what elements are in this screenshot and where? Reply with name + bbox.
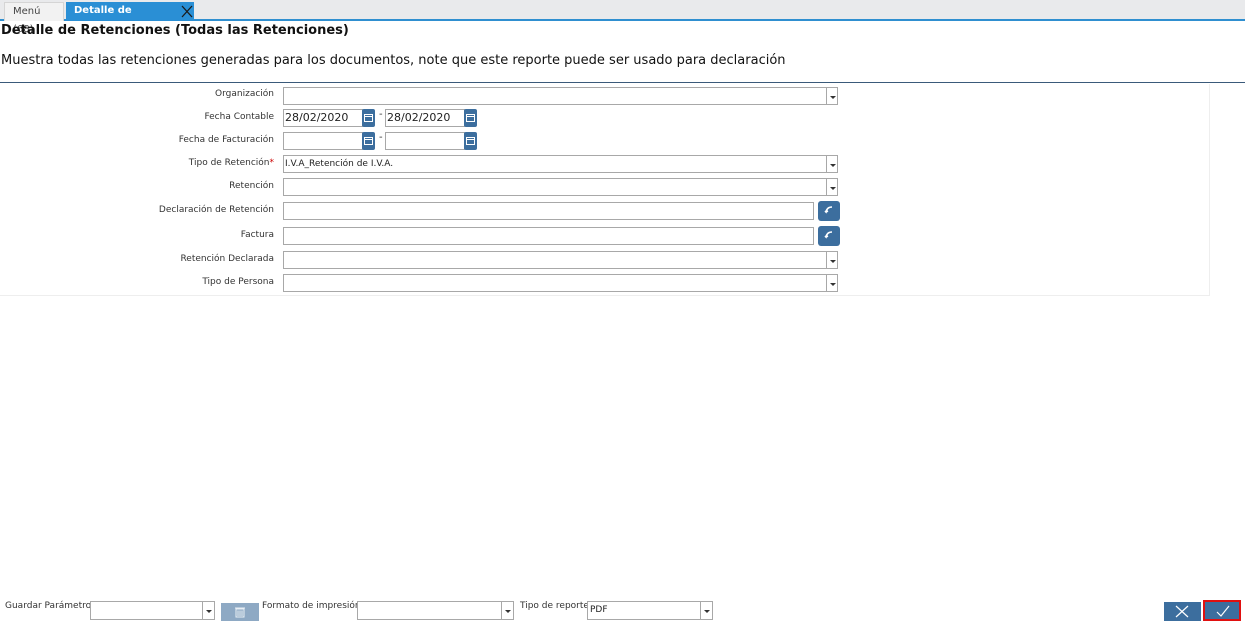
- delete-button[interactable]: [221, 603, 259, 621]
- range-separator: -: [379, 109, 383, 120]
- search-lookup-icon[interactable]: [818, 201, 840, 221]
- required-mark: *: [269, 158, 275, 168]
- tipo-reporte-label: Tipo de reporte: [520, 601, 589, 611]
- formato-impresion-select[interactable]: [357, 601, 502, 620]
- organizacion-label: Organización: [215, 89, 274, 99]
- range-separator: -: [379, 132, 383, 143]
- tab-detalle-retenciones[interactable]: Detalle de Retenciones: [66, 2, 194, 34]
- tipo-reporte-select[interactable]: PDF: [587, 601, 701, 620]
- tipo-reporte-dropdown-button[interactable]: [700, 601, 713, 620]
- tab-menu[interactable]: Menú (68): [4, 2, 64, 35]
- retencion-declarada-dropdown-button[interactable]: [826, 251, 838, 269]
- close-icon[interactable]: [180, 2, 194, 21]
- page-description: Muestra todas las retenciones generadas …: [1, 53, 786, 68]
- calendar-icon[interactable]: [464, 132, 477, 150]
- formato-impresion-label: Formato de impresión: [262, 601, 361, 611]
- tipo-retencion-select[interactable]: I.V.A_Retención de I.V.A.: [283, 155, 827, 173]
- guardar-parametro-dropdown-button[interactable]: [202, 601, 215, 620]
- fecha-facturacion-to-input[interactable]: [385, 132, 465, 150]
- factura-input[interactable]: [283, 227, 814, 245]
- formato-impresion-dropdown-button[interactable]: [501, 601, 514, 620]
- organizacion-dropdown-button[interactable]: [826, 87, 838, 105]
- page-title: Detalle de Retenciones (Todas las Retenc…: [1, 23, 349, 38]
- tipo-retencion-label-text: Tipo de Retención: [188, 158, 270, 168]
- retencion-declarada-select[interactable]: [283, 251, 827, 269]
- declaracion-label: Declaración de Retención: [158, 205, 274, 215]
- tipo-persona-dropdown-button[interactable]: [826, 274, 838, 292]
- tipo-persona-select[interactable]: [283, 274, 827, 292]
- factura-label: Factura: [240, 230, 274, 240]
- fecha-contable-to-input[interactable]: 28/02/2020: [385, 109, 465, 127]
- calendar-icon[interactable]: [362, 109, 375, 127]
- divider: [0, 82, 1245, 83]
- retencion-label: Retención: [229, 181, 274, 191]
- retencion-select[interactable]: [283, 178, 827, 196]
- cancel-button[interactable]: [1164, 602, 1201, 621]
- declaracion-input[interactable]: [283, 202, 814, 220]
- check-icon: [1216, 605, 1230, 617]
- calendar-icon[interactable]: [464, 109, 477, 127]
- retencion-dropdown-button[interactable]: [826, 178, 838, 196]
- guardar-parametro-label: Guardar Parámetro: [5, 601, 92, 611]
- organizacion-select[interactable]: [283, 87, 827, 105]
- fecha-contable-label: Fecha Contable: [204, 112, 274, 122]
- tipo-retencion-label: Tipo de Retención*: [189, 158, 274, 168]
- calendar-icon[interactable]: [362, 132, 375, 150]
- guardar-parametro-select[interactable]: [90, 601, 203, 620]
- close-icon: [1175, 605, 1189, 618]
- ok-button[interactable]: [1203, 600, 1241, 621]
- tipo-retencion-dropdown-button[interactable]: [826, 155, 838, 173]
- fecha-facturacion-from-input[interactable]: [283, 132, 363, 150]
- retencion-declarada-label: Retención Declarada: [180, 254, 274, 264]
- fecha-facturacion-label: Fecha de Facturación: [178, 135, 274, 145]
- tab-bar: Menú (68) Detalle de Retenciones: [0, 0, 1245, 35]
- search-lookup-icon[interactable]: [818, 226, 840, 246]
- tipo-persona-label: Tipo de Persona: [202, 277, 274, 287]
- fecha-contable-from-input[interactable]: 28/02/2020: [283, 109, 363, 127]
